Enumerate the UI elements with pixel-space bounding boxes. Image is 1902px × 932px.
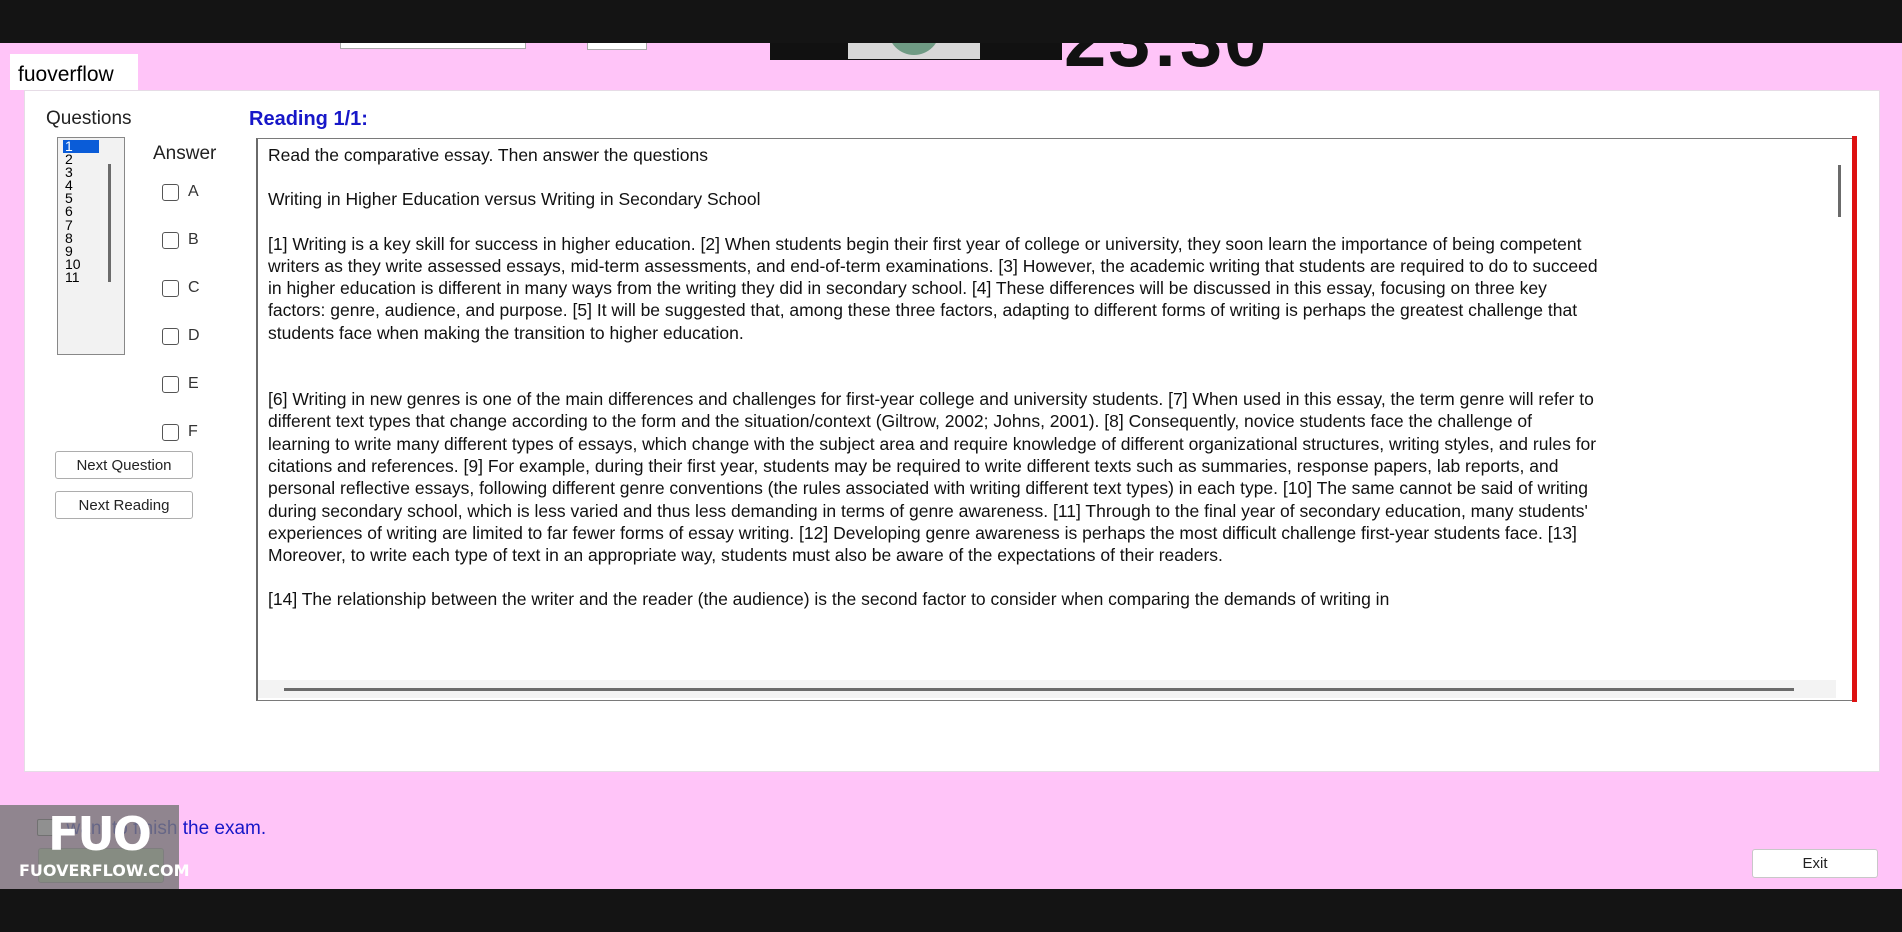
option-label: A [188, 183, 199, 200]
answer-label: Answer [153, 143, 217, 164]
reading-content: Read the comparative essay. Then answer … [268, 144, 1598, 611]
countdown-timer: 23:30 [1064, 43, 1268, 79]
globe-icon [888, 43, 940, 55]
horizontal-scrollbar[interactable] [258, 680, 1836, 698]
bottom-black-bar [0, 889, 1902, 932]
vertical-scrollbar[interactable] [1838, 165, 1841, 217]
reading-title: Reading 1/1: [249, 108, 368, 130]
checkbox[interactable] [162, 280, 179, 297]
reading-text-area[interactable]: Read the comparative essay. Then answer … [256, 138, 1855, 701]
essay-title: Writing in Higher Education versus Writi… [268, 189, 761, 210]
option-label: C [188, 279, 200, 296]
watermark-logo: FUO FUOVERFLOW.COM [0, 805, 190, 889]
questions-label: Questions [46, 108, 132, 129]
checkbox[interactable] [162, 424, 179, 441]
essay-paragraph: [6] Writing in new genres is one of the … [268, 389, 1597, 566]
exam-window: 23:30 fuoverflow Questions 1 2 3 4 5 6 7… [0, 43, 1902, 889]
question-item[interactable]: 11 [63, 270, 99, 284]
essay-paragraph: [14] The relationship between the writer… [268, 589, 1390, 610]
top-black-bar [0, 0, 1902, 43]
option-label: D [188, 327, 200, 344]
question-list-scrollbar[interactable] [108, 164, 111, 282]
top-small-field [587, 43, 647, 50]
reading-instruction: Read the comparative essay. Then answer … [268, 145, 709, 165]
essay-paragraph: [1] Writing is a key skill for success i… [268, 233, 1598, 343]
checkbox[interactable] [162, 376, 179, 393]
next-reading-button[interactable]: Next Reading [55, 491, 193, 519]
top-input-field [340, 43, 526, 49]
option-label: F [188, 423, 198, 440]
logo-url: FUOVERFLOW.COM [19, 861, 190, 880]
horizontal-scroll-thumb[interactable] [284, 688, 1794, 691]
checkbox[interactable] [162, 184, 179, 201]
logo-mark: FUO [48, 807, 152, 861]
option-label: E [188, 375, 199, 392]
brand-label: fuoverflow [18, 63, 114, 86]
red-edge-marker [1852, 136, 1857, 702]
question-list[interactable]: 1 2 3 4 5 6 7 8 9 10 11 [57, 137, 125, 355]
top-globe-image [848, 43, 980, 59]
next-question-button[interactable]: Next Question [55, 451, 193, 479]
checkbox[interactable] [162, 328, 179, 345]
option-label: B [188, 231, 199, 248]
checkbox[interactable] [162, 232, 179, 249]
exit-button[interactable]: Exit [1752, 849, 1878, 878]
